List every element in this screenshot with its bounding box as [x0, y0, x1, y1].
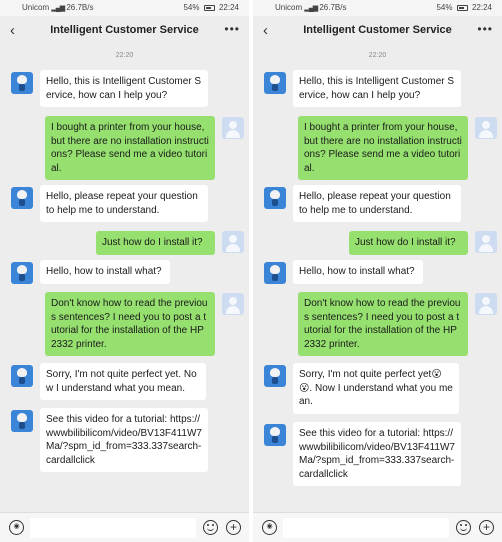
status-bar: Unicom ▂▄▆ 26.7B/s 54% 22:24	[253, 0, 502, 16]
message-bubble: Just how do I install it?	[96, 231, 215, 255]
signal-icon: ▂▄▆	[304, 5, 318, 12]
bot-avatar	[11, 187, 33, 209]
battery-level: 54%	[183, 3, 200, 12]
nav-bar: ‹ Intelligent Customer Service •••	[253, 16, 502, 46]
nav-bar: ‹ Intelligent Customer Service •••	[0, 16, 249, 46]
bot-avatar	[264, 365, 286, 387]
battery-icon	[456, 5, 468, 11]
bot-avatar	[11, 262, 33, 284]
chat-timestamp: 22:20	[115, 52, 134, 59]
emoji-icon[interactable]	[456, 520, 471, 535]
message-bubble: Sorry, I'm not quite perfect yet. Now I …	[40, 363, 206, 400]
screenshot-pair: Unicom ▂▄▆ 26.7B/s 54% 22:24 ‹ Intellige…	[0, 0, 502, 542]
message-bubble: Don't know how to read the previous sent…	[45, 292, 215, 356]
message-bubble: Hello, please repeat your question to he…	[293, 185, 461, 222]
phone-screen-left: Unicom ▂▄▆ 26.7B/s 54% 22:24 ‹ Intellige…	[0, 0, 249, 542]
message-bubble: Hello, this is Intelligent Customer Serv…	[40, 70, 208, 107]
battery-level: 54%	[436, 3, 453, 12]
bot-avatar	[264, 187, 286, 209]
network-speed: 26.7B/s	[66, 3, 94, 12]
message-bubble: See this video for a tutorial: https://w…	[40, 408, 208, 472]
clock: 22:24	[471, 3, 492, 12]
message-bubble: Hello, please repeat your question to he…	[40, 185, 208, 222]
user-avatar	[475, 231, 497, 253]
phone-screen-right: Unicom ▂▄▆ 26.7B/s 54% 22:24 ‹ Intellige…	[253, 0, 502, 542]
battery-icon	[203, 5, 215, 11]
message-bubble: Don't know how to read the previous sent…	[298, 292, 468, 356]
chat-timestamp: 22:20	[368, 52, 387, 59]
message-input[interactable]	[30, 518, 196, 538]
page-title: Intelligent Customer Service	[303, 24, 452, 36]
message-bubble: Sorry, I'm not quite perfect yet😮😮. Now …	[293, 363, 459, 414]
message-bubble: Hello, how to install what?	[40, 260, 170, 284]
voice-icon[interactable]: ◉	[262, 520, 277, 535]
clock: 22:24	[218, 3, 239, 12]
carrier-label: Unicom	[275, 3, 303, 12]
chevron-left-icon[interactable]: ‹	[10, 23, 24, 39]
more-icon[interactable]: •••	[224, 22, 240, 36]
chat-input-bar: ◉ +	[253, 512, 502, 542]
status-bar: Unicom ▂▄▆ 26.7B/s 54% 22:24	[0, 0, 249, 16]
chevron-left-icon[interactable]: ‹	[263, 23, 277, 39]
user-avatar	[222, 117, 244, 139]
message-input[interactable]	[283, 518, 449, 538]
user-avatar	[475, 117, 497, 139]
message-bubble: See this video for a tutorial: https://w…	[293, 422, 461, 486]
carrier-label: Unicom	[22, 3, 50, 12]
chat-input-bar: ◉ +	[0, 512, 249, 542]
bot-avatar	[11, 410, 33, 432]
signal-icon: ▂▄▆	[51, 5, 65, 12]
plus-icon[interactable]: +	[479, 520, 494, 535]
message-bubble: Hello, how to install what?	[293, 260, 423, 284]
bot-avatar	[264, 262, 286, 284]
more-icon[interactable]: •••	[477, 22, 493, 36]
bot-avatar	[264, 424, 286, 446]
message-bubble: Just how do I install it?	[349, 231, 468, 255]
bot-avatar	[264, 72, 286, 94]
voice-icon[interactable]: ◉	[9, 520, 24, 535]
user-avatar	[222, 293, 244, 315]
user-avatar	[222, 231, 244, 253]
user-avatar	[475, 293, 497, 315]
message-bubble: I bought a printer from your house, but …	[45, 116, 215, 180]
bot-avatar	[11, 365, 33, 387]
network-speed: 26.7B/s	[319, 3, 347, 12]
message-bubble: I bought a printer from your house, but …	[298, 116, 468, 180]
page-title: Intelligent Customer Service	[50, 24, 199, 36]
plus-icon[interactable]: +	[226, 520, 241, 535]
bot-avatar	[11, 72, 33, 94]
emoji-icon[interactable]	[203, 520, 218, 535]
message-bubble: Hello, this is Intelligent Customer Serv…	[293, 70, 461, 107]
